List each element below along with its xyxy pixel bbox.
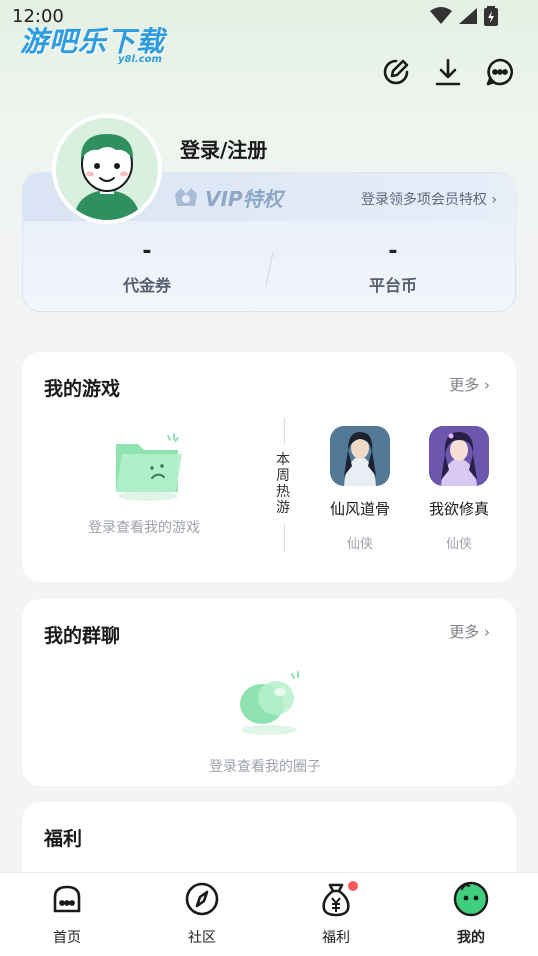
voucher-value: - [142, 239, 152, 264]
nav-community[interactable]: 社区 [162, 881, 242, 947]
game-tag: 仙侠 [346, 537, 373, 552]
game-item[interactable]: 我欲修真 仙侠 [419, 426, 499, 552]
my-groups-title: 我的群聊 [44, 625, 121, 647]
voucher-label: 代金券 [122, 276, 171, 295]
vip-crown-icon [175, 187, 197, 206]
signal-icon [459, 8, 477, 24]
game-item[interactable]: 仙风道骨 仙侠 [320, 426, 400, 552]
nav-label: 首页 [53, 930, 81, 946]
money-bag-icon [318, 881, 358, 917]
game-icon-xianfeng [330, 426, 390, 486]
vip-privilege-link[interactable]: 登录领多项会员特权 › [361, 189, 497, 209]
empty-folder-icon [116, 433, 182, 501]
my-games-more-link[interactable]: 更多 › [449, 374, 490, 395]
profile-icon [453, 881, 489, 917]
nav-welfare[interactable]: 福利 [296, 881, 376, 947]
nav-profile[interactable]: 我的 [431, 881, 511, 947]
platform-coin-value: - [388, 239, 398, 264]
battery-icon [484, 6, 498, 26]
nav-label: 福利 [322, 930, 350, 946]
status-icons [430, 6, 498, 26]
vip-badge: VIP特权 [173, 183, 283, 212]
home-icon [49, 881, 85, 917]
message-icon[interactable] [484, 56, 516, 88]
welfare-title: 福利 [44, 828, 83, 850]
nav-label: 我的 [457, 930, 485, 946]
empty-chat-bubble-icon [240, 671, 299, 735]
game-name: 仙风道骨 [329, 500, 390, 518]
weekly-divider-top [284, 418, 285, 444]
stat-divider [265, 251, 274, 287]
voucher-stat[interactable]: - 代金券 [67, 239, 227, 296]
platform-coin-stat[interactable]: - 平台币 [313, 239, 473, 296]
game-tag: 仙侠 [445, 537, 472, 552]
edit-icon[interactable] [380, 56, 412, 88]
bottom-nav: 首页 社区 福利 我的 [0, 872, 538, 956]
notification-dot [348, 881, 358, 891]
weekly-hot-label: 本周热游 [276, 452, 290, 516]
game-name: 我欲修真 [428, 500, 489, 518]
compass-icon [184, 881, 220, 917]
my-games-empty-text[interactable]: 登录查看我的游戏 [88, 517, 200, 537]
my-games-title: 我的游戏 [44, 378, 121, 400]
top-actions [380, 56, 516, 88]
default-avatar-icon [56, 118, 158, 220]
avatar[interactable] [52, 114, 162, 224]
my-groups-empty-text[interactable]: 登录查看我的圈子 [209, 756, 321, 776]
my-groups-more-link[interactable]: 更多 › [449, 621, 490, 642]
platform-coin-label: 平台币 [368, 276, 417, 295]
vip-label: VIP特权 [205, 187, 283, 211]
wifi-icon [430, 7, 452, 24]
nav-home[interactable]: 首页 [27, 881, 107, 947]
logo-subtitle: y8l.com [118, 54, 162, 65]
game-icon-woyu [429, 426, 489, 486]
download-icon[interactable] [432, 56, 464, 88]
login-register-link[interactable]: 登录/注册 [180, 134, 267, 163]
nav-label: 社区 [188, 930, 216, 946]
app-logo: 游吧乐下载 y8l.com [20, 20, 165, 65]
weekly-divider-bottom [284, 524, 285, 552]
